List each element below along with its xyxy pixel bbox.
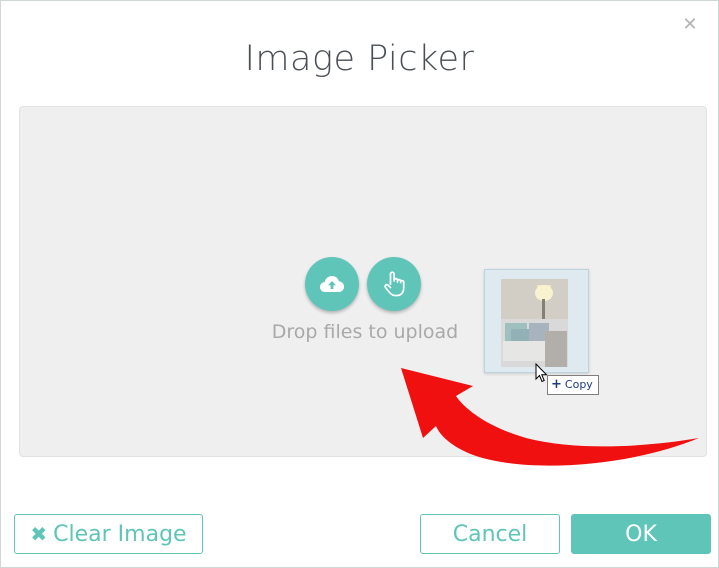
pick-button[interactable] [367, 257, 421, 311]
copy-tooltip: + Copy [547, 375, 599, 395]
cancel-label: Cancel [452, 521, 528, 547]
ok-label: OK [625, 521, 657, 547]
cancel-button[interactable]: Cancel [420, 514, 560, 554]
close-icon[interactable]: ✕ [682, 16, 698, 34]
dialog-title: Image Picker [244, 39, 475, 79]
image-picker-dialog: ✕ Image Picker Drop files to upload + Co… [0, 0, 719, 568]
ok-button[interactable]: OK [571, 514, 711, 554]
plus-icon: + [551, 377, 562, 392]
cloud-upload-icon [320, 276, 344, 292]
clear-image-label: Clear Image [53, 521, 187, 547]
clear-image-button[interactable]: ✖ Clear Image [14, 514, 203, 554]
copy-label: Copy [564, 378, 593, 391]
hand-pointer-icon [384, 271, 405, 297]
x-icon: ✖ [30, 522, 48, 546]
upload-button[interactable] [305, 257, 359, 311]
drop-files-text: Drop files to upload [271, 321, 459, 343]
